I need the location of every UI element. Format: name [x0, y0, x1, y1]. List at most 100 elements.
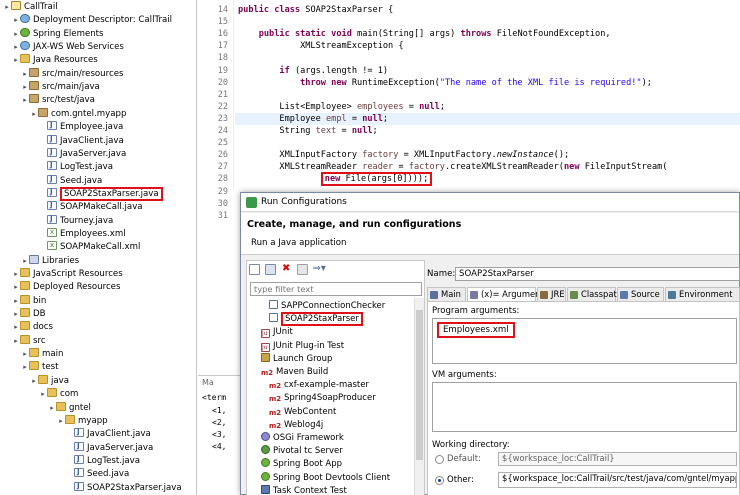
- expand-toggle-icon[interactable]: ▸: [48, 402, 56, 415]
- tree-item[interactable]: ▸ myapp: [57, 414, 108, 428]
- filter-input[interactable]: [250, 282, 422, 296]
- expand-toggle-icon[interactable]: ▸: [12, 281, 20, 294]
- tree-item[interactable]: ▸ Libraries: [21, 254, 79, 268]
- expand-toggle-icon[interactable]: ▸: [12, 268, 20, 281]
- tree-item[interactable]: ▸ com.gntel.myapp: [30, 107, 126, 121]
- tree-item[interactable]: ▸ gntel: [48, 401, 91, 415]
- configuration-item[interactable]: SAPPConnectionChecker: [269, 300, 385, 313]
- tree-item[interactable]: ▸ src/main/resources: [21, 67, 123, 81]
- duplicate-icon[interactable]: [264, 264, 276, 275]
- expand-toggle-icon[interactable]: ▸: [12, 28, 20, 41]
- configuration-item[interactable]: m2 WebContent: [269, 406, 336, 419]
- tree-item[interactable]: SOAP2StaxParser.java: [66, 480, 182, 495]
- name-field[interactable]: SOAP2StaxParser: [455, 267, 740, 281]
- environment-tab-icon: [668, 291, 676, 299]
- expand-toggle-icon[interactable]: ▸: [3, 1, 11, 14]
- tab-classpath[interactable]: Classpath: [567, 287, 622, 301]
- tab-arguments[interactable]: (x)= Arguments: [467, 287, 548, 302]
- expand-toggle-icon[interactable]: ▸: [21, 81, 29, 94]
- expand-toggle-icon[interactable]: ▸: [21, 68, 29, 81]
- configuration-item[interactable]: m2 Weblog4j: [269, 419, 323, 432]
- configuration-item[interactable]: Task Context Test: [261, 484, 347, 495]
- configuration-item[interactable]: m2 cxf-example-master: [269, 379, 369, 392]
- tree-item[interactable]: ▸ JavaScript Resources: [12, 268, 123, 281]
- tree-item[interactable]: ▸ Spring Elements: [12, 27, 104, 41]
- code-line[interactable]: public class SOAP2StaxParser {: [238, 4, 393, 16]
- expand-toggle-icon[interactable]: ▸: [12, 335, 20, 348]
- configuration-item[interactable]: Spring Boot Devtools Client: [261, 471, 390, 485]
- expand-toggle-icon[interactable]: ▸: [12, 54, 20, 67]
- new-configuration-icon[interactable]: [249, 264, 260, 275]
- configuration-scrollbar[interactable]: [414, 298, 424, 495]
- other-radio[interactable]: [435, 476, 444, 485]
- tree-item[interactable]: ▸ src/test/java: [21, 94, 95, 107]
- configuration-item[interactable]: Ju JUnit: [261, 326, 293, 339]
- tree-item[interactable]: ▸ DB: [12, 308, 46, 321]
- tree-item[interactable]: Seed.java: [39, 173, 102, 188]
- code-line[interactable]: Employee empl = null;: [238, 113, 388, 125]
- configuration-item[interactable]: m2 Spring4SoapProducer: [269, 392, 376, 405]
- code-line[interactable]: throw new RuntimeException("The name of …: [238, 77, 652, 89]
- expand-toggle-icon[interactable]: ▸: [21, 255, 29, 268]
- vm-arguments-field[interactable]: [432, 382, 737, 432]
- tree-item[interactable]: ▸ docs: [12, 321, 53, 334]
- configuration-item[interactable]: OSGi Framework: [261, 432, 344, 445]
- console-tab-label[interactable]: Ma: [202, 378, 214, 387]
- code-line[interactable]: public static void main(String[] args) t…: [238, 28, 611, 40]
- tab-jre[interactable]: JRE: [537, 287, 566, 301]
- tree-item[interactable]: ▸ Java Resources: [12, 54, 98, 67]
- code-line[interactable]: List<Employee> employees = null;: [238, 101, 445, 113]
- code-line[interactable]: XMLStreamException {: [238, 40, 404, 52]
- filter-menu-icon[interactable]: ⇒▾: [312, 264, 326, 275]
- configuration-item[interactable]: m2 Maven Build: [261, 366, 328, 379]
- tree-item[interactable]: ▸ src/main/java: [21, 81, 100, 94]
- expand-toggle-icon[interactable]: ▸: [21, 361, 29, 374]
- code-line[interactable]: new File(args[0])));: [238, 172, 433, 187]
- expand-toggle-icon[interactable]: ▸: [12, 14, 20, 27]
- configuration-item[interactable]: Pivotal tc Server: [261, 445, 343, 458]
- expand-toggle-icon[interactable]: ▸: [57, 415, 65, 428]
- tree-item[interactable]: ▸ java: [30, 374, 69, 388]
- configuration-item[interactable]: Spring Boot App: [261, 458, 342, 471]
- tree-item[interactable]: ▸ bin: [12, 294, 46, 308]
- tree-item[interactable]: SOAPMakeCall.xml: [39, 239, 140, 254]
- tab-source[interactable]: Source: [617, 287, 664, 301]
- expand-toggle-icon[interactable]: ▸: [39, 388, 47, 401]
- delete-icon[interactable]: ✖: [280, 264, 292, 275]
- code-line[interactable]: if (args.length != 1): [238, 65, 388, 77]
- tab-environment[interactable]: Environment: [665, 287, 740, 301]
- tree-item[interactable]: ▸ src: [12, 334, 46, 348]
- tree-item[interactable]: ▸ test: [21, 361, 59, 374]
- tree-item[interactable]: SOAP2StaxParser.java: [39, 186, 163, 201]
- configuration-item[interactable]: SOAP2StaxParser: [269, 312, 363, 327]
- scrollbar-thumb[interactable]: [416, 310, 423, 460]
- tab-main[interactable]: Main: [427, 287, 466, 301]
- tree-item[interactable]: ▸ main: [21, 348, 63, 361]
- expand-toggle-icon[interactable]: ▸: [12, 308, 20, 321]
- expand-toggle-icon[interactable]: ▸: [30, 375, 38, 388]
- program-arguments-field[interactable]: Employees.xml: [432, 318, 737, 364]
- tree-item[interactable]: ▸ Deployed Resources: [12, 281, 120, 294]
- expand-toggle-icon[interactable]: ▸: [12, 41, 20, 54]
- collapse-all-icon[interactable]: [296, 264, 308, 275]
- default-radio[interactable]: [435, 455, 444, 464]
- code-editor[interactable]: 14 15 16 17 18 19 20 21 22 23 24 25 26 27 28 29 30 31 pub…: [198, 0, 740, 221]
- configuration-item[interactable]: Launch Group: [261, 352, 332, 366]
- code-line[interactable]: String text = null;: [238, 125, 377, 137]
- expand-toggle-icon[interactable]: ▸: [12, 321, 20, 334]
- tree-item[interactable]: SOAPMakeCall.java: [39, 199, 143, 214]
- tree-item[interactable]: ▸ Deployment Descriptor: CallTrail: [12, 14, 172, 27]
- tree-item[interactable]: Seed.java: [66, 466, 129, 481]
- java-file-icon: [74, 480, 84, 493]
- configuration-item[interactable]: Ju JUnit Plug-in Test: [261, 340, 344, 353]
- tree-item[interactable]: ▸ CallTrail: [3, 1, 58, 14]
- expand-toggle-icon[interactable]: ▸: [21, 348, 29, 361]
- code-line[interactable]: XMLInputFactory factory = XMLInputFactor…: [238, 149, 569, 161]
- tree-item[interactable]: ▸ JAX-WS Web Services: [12, 41, 124, 54]
- code-line[interactable]: XMLStreamReader reader = factory.createX…: [238, 161, 667, 173]
- expand-toggle-icon[interactable]: ▸: [21, 94, 29, 107]
- expand-toggle-icon[interactable]: ▸: [12, 295, 20, 308]
- expand-toggle-icon[interactable]: ▸: [30, 108, 38, 121]
- other-directory-field[interactable]: ${workspace_loc:CallTrail/src/test/java/…: [498, 472, 737, 488]
- tree-item[interactable]: ▸ com: [39, 388, 78, 401]
